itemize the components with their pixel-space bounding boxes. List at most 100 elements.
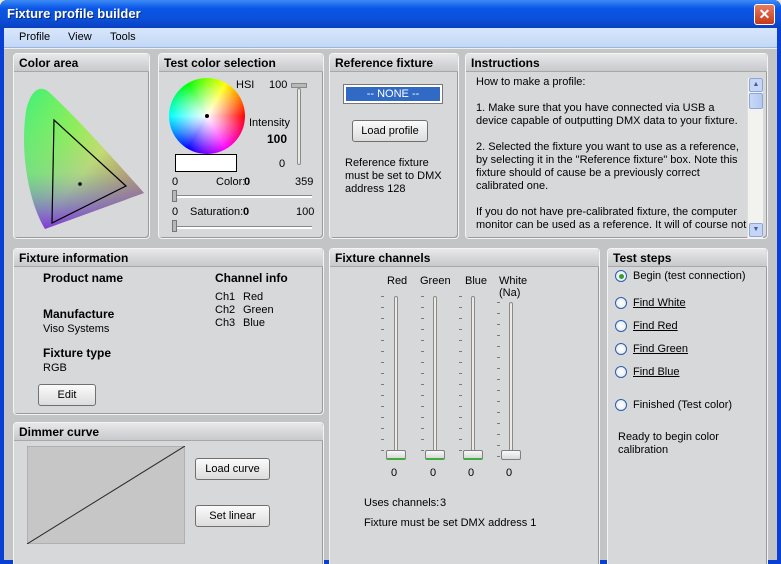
menu-bar: Profile View Tools (4, 28, 777, 48)
menu-tools[interactable]: Tools (110, 31, 136, 43)
channel-id: Ch2 (215, 304, 236, 316)
hue-picker-dot (205, 114, 209, 118)
saturation-label: Saturation: (190, 206, 244, 218)
manufacture-value: Viso Systems (43, 323, 110, 335)
fixture-information-title: Fixture information (19, 251, 129, 265)
color-preview-swatch (175, 154, 237, 172)
scroll-thumb[interactable] (749, 93, 763, 109)
reference-fixture-title: Reference fixture (335, 56, 434, 70)
channel-info-label: Channel info (215, 271, 288, 285)
step-find-blue-link[interactable]: Find Blue (633, 366, 679, 378)
channel-name: Red (243, 291, 264, 303)
dimmer-curve-graph[interactable] (27, 446, 185, 544)
step-find-red-link[interactable]: Find Red (633, 320, 678, 332)
step-find-white-link[interactable]: Find White (633, 297, 686, 309)
instructions-line: fixture should of cause be a previously … (476, 167, 700, 179)
fader-value: 0 (506, 467, 513, 479)
green-fader-track[interactable] (433, 296, 437, 459)
reference-fixture-select[interactable]: -- NONE -- (343, 84, 443, 104)
fader-label: Blue (465, 275, 488, 287)
fader-label: Red (387, 275, 408, 287)
saturation-slider-track[interactable] (172, 226, 312, 229)
saturation-max-label: 100 (296, 206, 315, 218)
menu-profile[interactable]: Profile (19, 31, 50, 43)
saturation-slider-thumb[interactable] (172, 220, 177, 232)
close-button[interactable]: ✕ (754, 4, 775, 25)
find-blue-radio[interactable] (615, 366, 627, 378)
scroll-down-arrow-icon[interactable]: ▼ (749, 223, 763, 237)
edit-button[interactable]: Edit (38, 384, 96, 406)
saturation-value: 0 (243, 206, 250, 218)
app-window: Fixture profile builder ✕ Profile View T… (0, 0, 781, 564)
fader-label: White (Na) (499, 275, 528, 299)
instructions-line: calibrated one. (476, 180, 549, 192)
fader-value: 0 (391, 467, 398, 479)
hsi-label: HSI (236, 79, 255, 91)
dimmer-curve-panel: Dimmer curve Load curve Set linear (13, 422, 324, 564)
color-area-panel: Color area (13, 53, 150, 239)
begin-radio[interactable] (615, 270, 627, 282)
intensity-label: Intensity (249, 117, 290, 129)
step-find-green-link[interactable]: Find Green (633, 343, 688, 355)
intensity-slider-thumb[interactable] (291, 83, 307, 88)
status-line-1: Ready to begin color (618, 431, 719, 443)
uses-channels-value: 3 (440, 497, 447, 509)
blue-fader-thumb[interactable] (463, 450, 483, 460)
color-slider-thumb[interactable] (172, 190, 177, 202)
scroll-up-arrow-icon[interactable]: ▲ (749, 78, 763, 92)
instructions-line: monitor can be used as a reference. It w… (476, 219, 747, 231)
instructions-line: 1. Make sure that you have connected via… (476, 102, 715, 114)
color-max-label: 359 (295, 176, 314, 188)
intensity-slider-track[interactable] (297, 88, 301, 165)
blue-fader-track[interactable] (471, 296, 475, 459)
color-slider-track[interactable] (172, 195, 312, 198)
fixture-channels-title: Fixture channels (335, 251, 431, 265)
channel-id: Ch1 (215, 291, 236, 303)
work-area: Color area Test color selection HSI 100 … (4, 49, 777, 564)
uses-channels-label: Uses channels: (364, 497, 440, 509)
channel-id: Ch3 (215, 317, 236, 329)
status-line-2: calibration (618, 444, 669, 456)
white-fader-thumb[interactable] (501, 450, 521, 460)
reference-fixture-selected: -- NONE -- (346, 87, 440, 101)
instructions-title: Instructions (471, 56, 540, 70)
white-fader-track[interactable] (509, 302, 513, 459)
load-profile-button[interactable]: Load profile (352, 120, 428, 142)
instructions-line: 2. Selected the fixture you want to use … (476, 141, 739, 153)
finished-radio[interactable] (615, 399, 627, 411)
fader-label: Green (420, 275, 451, 287)
test-steps-title: Test steps (613, 251, 672, 265)
instructions-line: If you do not have pre-calibrated fixtur… (476, 206, 738, 218)
step-begin-label[interactable]: Begin (test connection) (633, 270, 746, 282)
instructions-scrollbar[interactable]: ▲ ▼ (747, 78, 763, 238)
instructions-line: device capable of outputting DMX data to… (476, 115, 738, 127)
window-title: Fixture profile builder (7, 6, 141, 21)
client-area: Profile View Tools Color area Test color… (4, 28, 777, 564)
step-finished-label[interactable]: Finished (Test color) (633, 399, 732, 411)
fixture-type-label: Fixture type (43, 346, 112, 360)
red-fader-thumb[interactable] (386, 450, 406, 460)
instructions-line: by selecting it in the "Reference fixtur… (476, 154, 738, 166)
channel-name: Blue (243, 317, 266, 329)
find-white-radio[interactable] (615, 297, 627, 309)
menu-view[interactable]: View (68, 31, 92, 43)
instructions-textbox[interactable]: How to make a profile: 1. Make sure that… (469, 74, 764, 238)
cie-chromaticity-diagram[interactable] (20, 81, 145, 231)
fixture-channels-panel: Fixture channels Red Green Blue White (N… (329, 248, 600, 564)
load-curve-button[interactable]: Load curve (195, 458, 270, 480)
set-linear-button[interactable]: Set linear (195, 505, 270, 527)
dmx-address-note: Fixture must be set DMX address 1 (364, 517, 537, 529)
test-steps-panel: Test steps Begin (test connection) Find … (607, 248, 768, 564)
reference-note-line-1: Reference fixture (345, 157, 429, 169)
find-green-radio[interactable] (615, 343, 627, 355)
reference-note-line-2: must be set to DMX (345, 170, 442, 182)
instructions-line: How to make a profile: (476, 76, 586, 88)
green-fader-thumb[interactable] (425, 450, 445, 460)
fader-value: 0 (468, 467, 475, 479)
product-name-label: Product name (43, 271, 124, 285)
intensity-max-label: 100 (269, 79, 288, 91)
hue-wheel[interactable] (169, 78, 245, 154)
red-fader-track[interactable] (394, 296, 398, 459)
find-red-radio[interactable] (615, 320, 627, 332)
intensity-min-label: 0 (279, 158, 286, 170)
